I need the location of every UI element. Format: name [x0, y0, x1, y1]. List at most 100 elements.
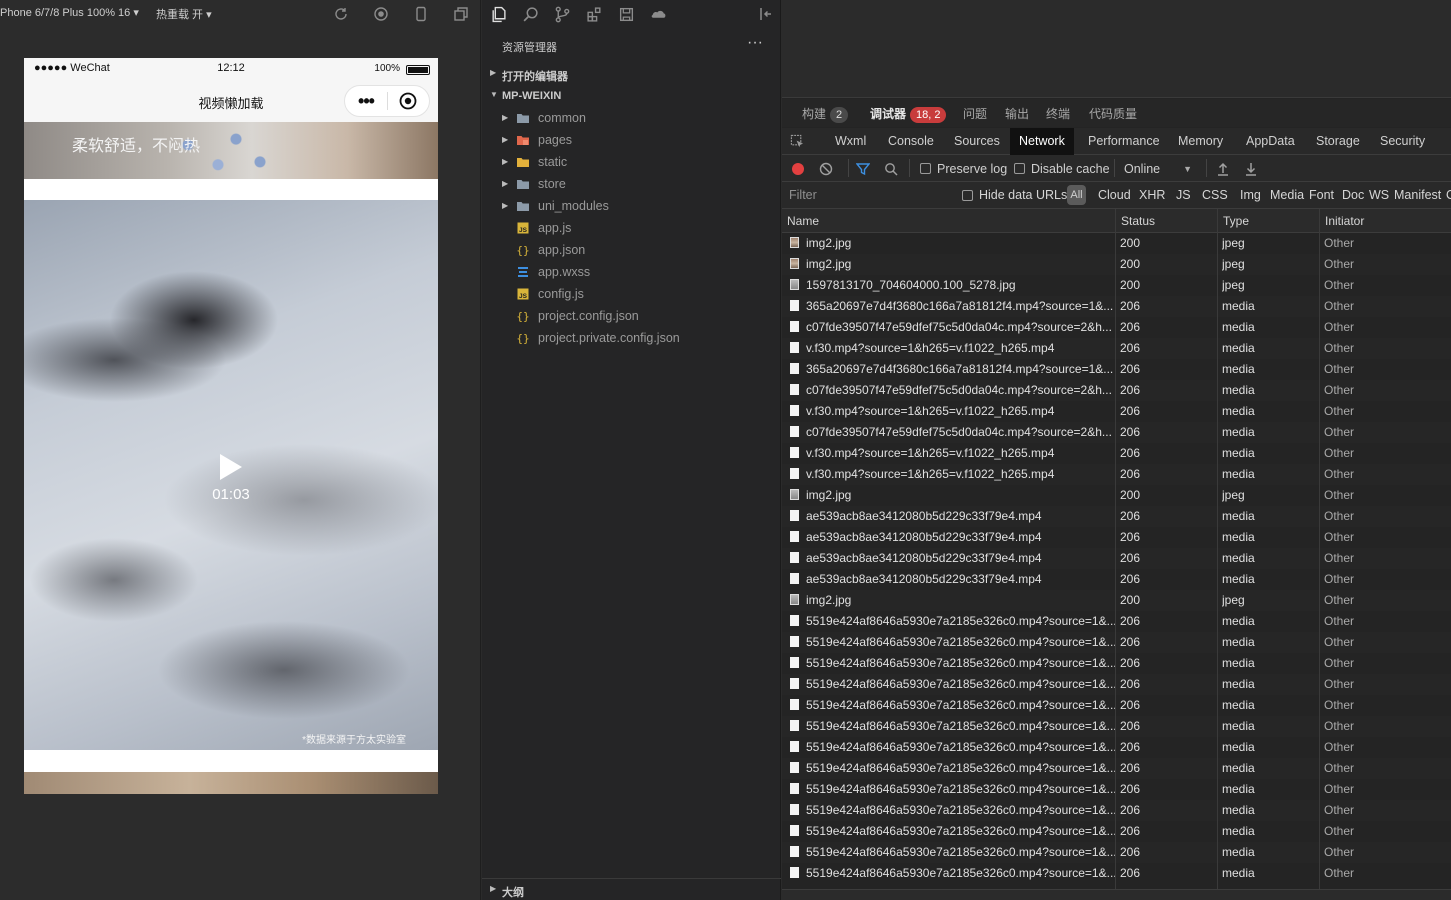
- filter-type-img[interactable]: Img: [1240, 188, 1261, 202]
- tab-memory[interactable]: Memory: [1169, 128, 1232, 155]
- files-icon[interactable]: [488, 4, 508, 24]
- more-menu-button[interactable]: •••: [345, 91, 387, 112]
- filter-all-button[interactable]: All: [1067, 185, 1086, 205]
- open-editors-section[interactable]: ▶ 打开的编辑器: [482, 63, 781, 85]
- file-item[interactable]: {} project.private.config.json: [482, 327, 781, 349]
- explorer-more-button[interactable]: ···: [747, 34, 763, 52]
- checkbox[interactable]: [962, 189, 973, 201]
- hide-data-urls-checkbox[interactable]: Hide data URLs: [962, 188, 1067, 202]
- table-row[interactable]: 5519e424af8646a5930e7a2185e326c0.mp4?sou…: [782, 674, 1451, 695]
- table-row[interactable]: 5519e424af8646a5930e7a2185e326c0.mp4?sou…: [782, 863, 1451, 884]
- filter-type-manifest[interactable]: Manifest: [1394, 188, 1441, 202]
- table-row[interactable]: 365a20697e7d4f3680c166a7a81812f4.mp4?sou…: [782, 296, 1451, 317]
- search-icon[interactable]: [520, 4, 540, 24]
- search-network-button[interactable]: [884, 161, 898, 176]
- tab-sources[interactable]: Sources: [945, 128, 1009, 155]
- close-mini-program-button[interactable]: [388, 92, 429, 110]
- device-select[interactable]: Phone 6/7/8 Plus 100% 16 ▾: [0, 6, 139, 19]
- tab-storage[interactable]: Storage: [1307, 128, 1369, 155]
- table-row[interactable]: 5519e424af8646a5930e7a2185e326c0.mp4?sou…: [782, 779, 1451, 800]
- table-row[interactable]: 5519e424af8646a5930e7a2185e326c0.mp4?sou…: [782, 737, 1451, 758]
- disable-cache-checkbox[interactable]: Disable cache: [1014, 161, 1110, 176]
- tab-code-quality[interactable]: 代码质量: [1089, 105, 1137, 122]
- file-item[interactable]: {} project.config.json: [482, 305, 781, 327]
- project-section[interactable]: ▼ MP-WEIXIN: [482, 85, 781, 107]
- detach-window-icon[interactable]: [452, 5, 470, 23]
- tab-issues[interactable]: 问题: [963, 105, 987, 122]
- table-row[interactable]: 5519e424af8646a5930e7a2185e326c0.mp4?sou…: [782, 695, 1451, 716]
- table-row[interactable]: img2.jpg 200 jpeg Other: [782, 233, 1451, 254]
- export-har-button[interactable]: [1244, 161, 1258, 176]
- tab-debugger[interactable]: 调试器 18, 2: [870, 105, 947, 123]
- table-row[interactable]: v.f30.mp4?source=1&h265=v.f1022_h265.mp4…: [782, 401, 1451, 422]
- filter-type-cloud[interactable]: Cloud: [1098, 188, 1131, 202]
- hot-reload-toggle[interactable]: 热重载 开 ▾: [156, 6, 212, 22]
- inspect-element-icon[interactable]: [790, 134, 805, 149]
- table-row[interactable]: 5519e424af8646a5930e7a2185e326c0.mp4?sou…: [782, 653, 1451, 674]
- table-row[interactable]: v.f30.mp4?source=1&h265=v.f1022_h265.mp4…: [782, 443, 1451, 464]
- table-row[interactable]: 5519e424af8646a5930e7a2185e326c0.mp4?sou…: [782, 611, 1451, 632]
- tab-network[interactable]: Network: [1010, 128, 1074, 155]
- table-row[interactable]: img2.jpg 200 jpeg Other: [782, 254, 1451, 275]
- filter-type-ws[interactable]: WS: [1369, 188, 1389, 202]
- play-icon[interactable]: [220, 454, 242, 480]
- filter-type-js[interactable]: JS: [1176, 188, 1191, 202]
- table-row[interactable]: img2.jpg 200 jpeg Other: [782, 485, 1451, 506]
- table-row[interactable]: 5519e424af8646a5930e7a2185e326c0.mp4?sou…: [782, 758, 1451, 779]
- table-row[interactable]: ae539acb8ae3412080b5d229c33f79e4.mp4 206 m…: [782, 527, 1451, 548]
- table-row[interactable]: ae539acb8ae3412080b5d229c33f79e4.mp4 206 m…: [782, 506, 1451, 527]
- table-row[interactable]: c07fde39507f47e59dfef75c5d0da04c.mp4?sou…: [782, 317, 1451, 338]
- tab-build[interactable]: 构建 2: [802, 105, 849, 123]
- tab-security[interactable]: Security: [1371, 128, 1434, 155]
- file-item[interactable]: app.wxss: [482, 261, 781, 283]
- outline-section[interactable]: ▶ 大纲: [482, 878, 781, 900]
- product-banner-image[interactable]: 柔软舒适，不闷热: [24, 122, 438, 179]
- clear-log-button[interactable]: [819, 161, 833, 176]
- table-row[interactable]: 5519e424af8646a5930e7a2185e326c0.mp4?sou…: [782, 716, 1451, 737]
- table-row[interactable]: 365a20697e7d4f3680c166a7a81812f4.mp4?sou…: [782, 359, 1451, 380]
- column-initiator[interactable]: Initiator: [1319, 209, 1451, 233]
- tab-output[interactable]: 输出: [1005, 105, 1029, 122]
- tab-console[interactable]: Console: [879, 128, 943, 155]
- column-type[interactable]: Type: [1217, 209, 1319, 233]
- table-row[interactable]: v.f30.mp4?source=1&h265=v.f1022_h265.mp4…: [782, 464, 1451, 485]
- filter-type-media[interactable]: Media: [1270, 188, 1304, 202]
- video-player[interactable]: 01:03 *数据来源于方太实验室: [24, 200, 438, 750]
- folder-item[interactable]: ▶ uni_modules: [482, 195, 781, 217]
- table-row[interactable]: 5519e424af8646a5930e7a2185e326c0.mp4?sou…: [782, 842, 1451, 863]
- table-row[interactable]: ae539acb8ae3412080b5d229c33f79e4.mp4 206 m…: [782, 548, 1451, 569]
- column-status[interactable]: Status: [1115, 209, 1217, 233]
- filter-toggle-button[interactable]: [856, 161, 870, 176]
- folder-item[interactable]: ▶ static: [482, 151, 781, 173]
- table-row[interactable]: 5519e424af8646a5930e7a2185e326c0.mp4?sou…: [782, 821, 1451, 842]
- folder-item[interactable]: ▶ store: [482, 173, 781, 195]
- filter-input[interactable]: Filter: [789, 188, 817, 202]
- filter-type-css[interactable]: CSS: [1202, 188, 1228, 202]
- tab-appdata[interactable]: AppData: [1237, 128, 1304, 155]
- filter-type-o[interactable]: O: [1446, 188, 1451, 202]
- table-row[interactable]: c07fde39507f47e59dfef75c5d0da04c.mp4?sou…: [782, 380, 1451, 401]
- table-row[interactable]: 1597813170_704604000.100_5278.jpg 200 jpeg…: [782, 275, 1451, 296]
- throttling-select[interactable]: Online ▼: [1124, 161, 1192, 176]
- file-item[interactable]: {} app.json: [482, 239, 781, 261]
- tab-performance[interactable]: Performance: [1079, 128, 1169, 155]
- filter-type-font[interactable]: Font: [1309, 188, 1334, 202]
- checkbox[interactable]: [1014, 163, 1025, 174]
- storage-icon[interactable]: [616, 4, 636, 24]
- extensions-icon[interactable]: [584, 4, 604, 24]
- table-row[interactable]: c07fde39507f47e59dfef75c5d0da04c.mp4?sou…: [782, 422, 1451, 443]
- file-item[interactable]: JS config.js: [482, 283, 781, 305]
- table-row[interactable]: img2.jpg 200 jpeg Other: [782, 590, 1451, 611]
- file-item[interactable]: JS app.js: [482, 217, 781, 239]
- table-row[interactable]: v.f30.mp4?source=1&h265=v.f1022_h265.mp4…: [782, 338, 1451, 359]
- filter-type-xhr[interactable]: XHR: [1139, 188, 1165, 202]
- column-name[interactable]: Name: [782, 209, 1115, 233]
- folder-item[interactable]: ▶ common: [482, 107, 781, 129]
- folder-item[interactable]: ▶ pages: [482, 129, 781, 151]
- preserve-log-checkbox[interactable]: Preserve log: [920, 161, 1007, 176]
- table-row[interactable]: 5519e424af8646a5930e7a2185e326c0.mp4?sou…: [782, 632, 1451, 653]
- record-network-button[interactable]: [791, 161, 805, 176]
- refresh-icon[interactable]: [332, 5, 350, 23]
- next-banner-image[interactable]: [24, 772, 438, 794]
- import-har-button[interactable]: [1216, 161, 1230, 176]
